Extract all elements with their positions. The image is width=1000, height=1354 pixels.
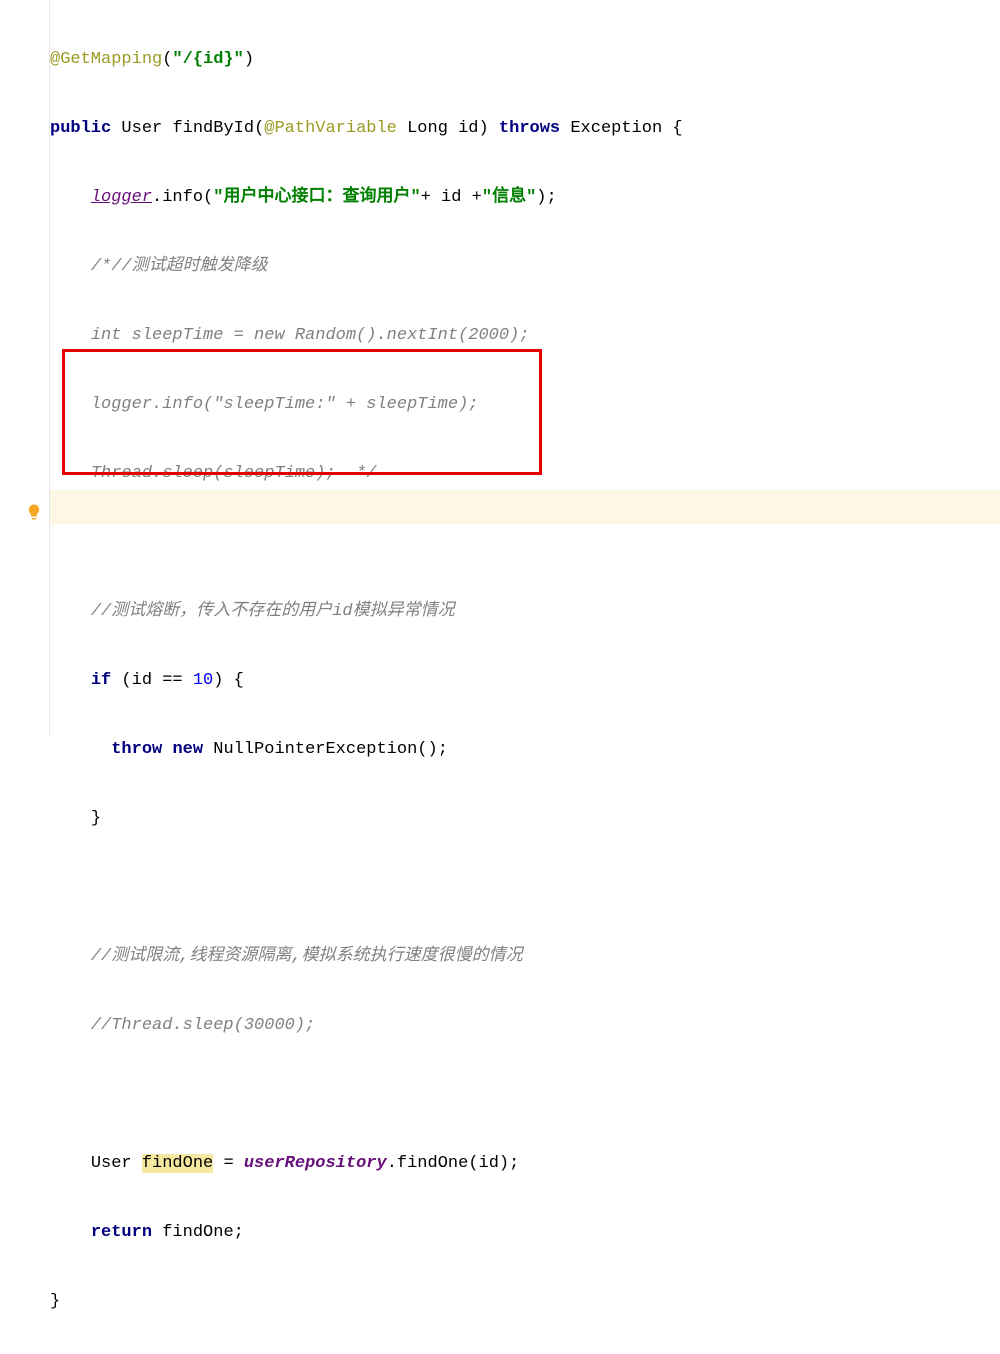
code-line: } <box>50 1285 1000 1320</box>
code-line: Thread.sleep(sleepTime); */ <box>50 457 1000 492</box>
code-line-empty <box>50 1078 1000 1113</box>
code-line-empty <box>50 871 1000 906</box>
code-line: //测试限流,线程资源隔离,模拟系统执行速度很慢的情况 <box>50 940 1000 975</box>
code-line: //测试熔断，传入不存在的用户id模拟异常情况 <box>50 595 1000 630</box>
lightbulb-icon[interactable] <box>25 503 43 521</box>
code-line: logger.info("sleepTime:" + sleepTime); <box>50 388 1000 423</box>
code-line-empty <box>50 526 1000 561</box>
code-line: int sleepTime = new Random().nextInt(200… <box>50 319 1000 354</box>
code-line: throw new NullPointerException(); <box>50 733 1000 768</box>
code-line: User findOne = userRepository.findOne(id… <box>50 1147 1000 1182</box>
editor-gutter <box>0 0 50 735</box>
code-editor[interactable]: @GetMapping("/{id}") public User findByI… <box>50 0 1000 1354</box>
code-line: logger.info("用户中心接口：查询用户"+ id +"信息"); <box>50 181 1000 216</box>
findone-var-highlight: findOne <box>142 1154 213 1173</box>
code-line: } <box>50 802 1000 837</box>
annotation: @GetMapping <box>50 50 162 69</box>
code-line: /*//测试超时触发降级 <box>50 250 1000 285</box>
logger-field: logger <box>91 188 152 207</box>
code-line: @GetMapping("/{id}") <box>50 43 1000 78</box>
code-line: public User findById(@PathVariable Long … <box>50 112 1000 147</box>
code-line: //Thread.sleep(30000); <box>50 1009 1000 1044</box>
code-line: if (id == 10) { <box>50 664 1000 699</box>
code-line: return findOne; <box>50 1216 1000 1251</box>
